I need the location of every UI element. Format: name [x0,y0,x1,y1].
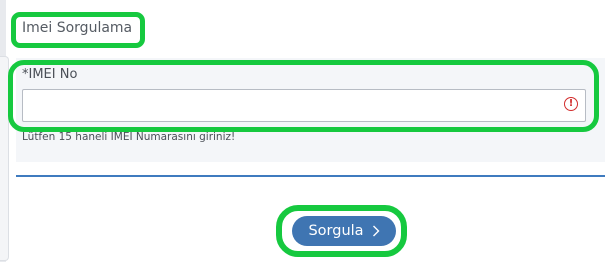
imei-input[interactable] [22,89,586,122]
chevron-right-icon [372,225,380,237]
imei-helper-text: Lütfen 15 haneli IMEI Numarasını giriniz… [22,131,236,143]
sorgula-button[interactable]: Sorgula [292,216,396,246]
section-divider [16,175,605,177]
page-title: Imei Sorgulama [22,20,133,36]
sorgula-button-label: Sorgula [308,223,364,239]
error-icon: ! [564,97,578,111]
imei-field-label: *IMEI No [22,67,78,82]
